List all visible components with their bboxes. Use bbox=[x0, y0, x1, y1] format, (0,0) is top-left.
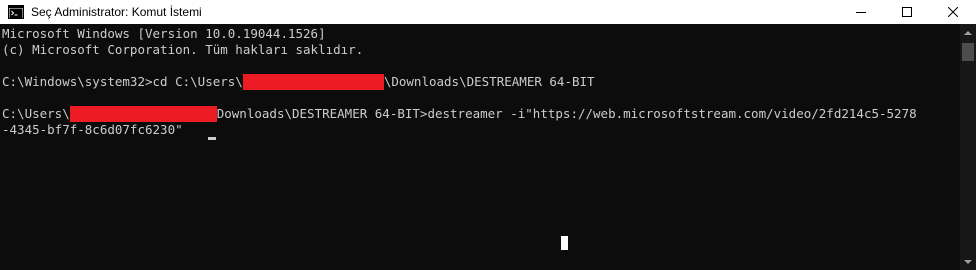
command-text: Downloads\DESTREAMER 64-BIT>destreamer -… bbox=[216, 106, 917, 121]
maximize-button[interactable] bbox=[884, 0, 930, 24]
command-text: C:\Users\ bbox=[2, 106, 70, 121]
chevron-down-icon bbox=[964, 259, 972, 264]
vertical-scrollbar[interactable] bbox=[960, 24, 976, 270]
close-icon bbox=[948, 7, 958, 17]
command-text: \Downloads\DESTREAMER 64-BIT bbox=[383, 74, 595, 89]
header-line-version: Microsoft Windows [Version 10.0.19044.15… bbox=[2, 26, 326, 41]
redacted-username bbox=[69, 106, 217, 122]
scroll-down-button[interactable] bbox=[960, 254, 976, 270]
command-prompt-window: Seç Administrator: Komut İstemi Microsof… bbox=[0, 0, 976, 270]
cmd-icon bbox=[8, 5, 24, 19]
maximize-icon bbox=[902, 7, 912, 17]
command-text: C:\Windows\system32>cd C:\Users\ bbox=[2, 74, 243, 89]
close-button[interactable] bbox=[930, 0, 976, 24]
title-bar[interactable]: Seç Administrator: Komut İstemi bbox=[0, 0, 976, 24]
text-cursor bbox=[208, 137, 216, 140]
scroll-up-button[interactable] bbox=[960, 24, 976, 40]
console-output[interactable]: Microsoft Windows [Version 10.0.19044.15… bbox=[0, 24, 960, 270]
header-line-copyright: (c) Microsoft Corporation. Tüm hakları s… bbox=[2, 42, 364, 57]
minimize-button[interactable] bbox=[838, 0, 884, 24]
command-line-destreamer: C:\Users\ Downloads\DESTREAMER 64-BIT>des… bbox=[2, 106, 917, 122]
chevron-up-icon bbox=[964, 30, 972, 35]
redacted-username bbox=[242, 74, 384, 90]
window-title: Seç Administrator: Komut İstemi bbox=[31, 5, 202, 19]
command-line-cd: C:\Windows\system32>cd C:\Users\ \Downloa… bbox=[2, 74, 595, 90]
ime-caret bbox=[561, 236, 568, 250]
window-controls bbox=[838, 0, 976, 24]
minimize-icon bbox=[856, 12, 866, 13]
scrollbar-thumb[interactable] bbox=[962, 43, 974, 61]
command-line-wrap: -4345-bf7f-8c6d07fc6230" bbox=[2, 122, 183, 137]
